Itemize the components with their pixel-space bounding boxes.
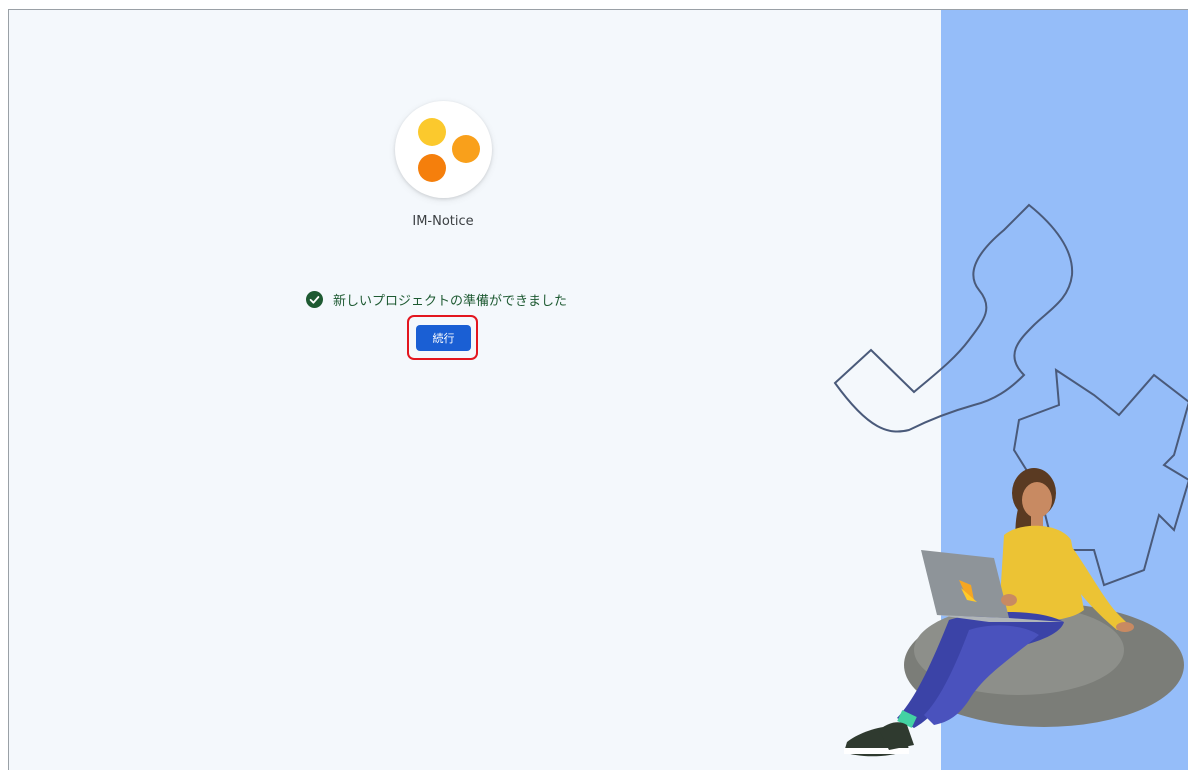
continue-button-highlight: 続行 [407, 315, 478, 360]
check-circle-icon [306, 290, 323, 308]
status-text: 新しいプロジェクトの準備ができました [333, 293, 568, 309]
decorative-wave-outline [833, 203, 1074, 433]
project-logo [395, 101, 492, 198]
logo-dot-top [418, 118, 446, 146]
setup-page: IM-Notice 新しいプロジェクトの準備ができました 続行 [8, 9, 1188, 770]
logo-dot-bottom [418, 154, 446, 182]
status-message: 新しいプロジェクトの準備ができました [306, 289, 567, 309]
decorative-illustration [833, 203, 1188, 757]
logo-dot-right [452, 135, 480, 163]
continue-button[interactable]: 続行 [416, 325, 471, 351]
project-name: IM-Notice [412, 214, 474, 229]
